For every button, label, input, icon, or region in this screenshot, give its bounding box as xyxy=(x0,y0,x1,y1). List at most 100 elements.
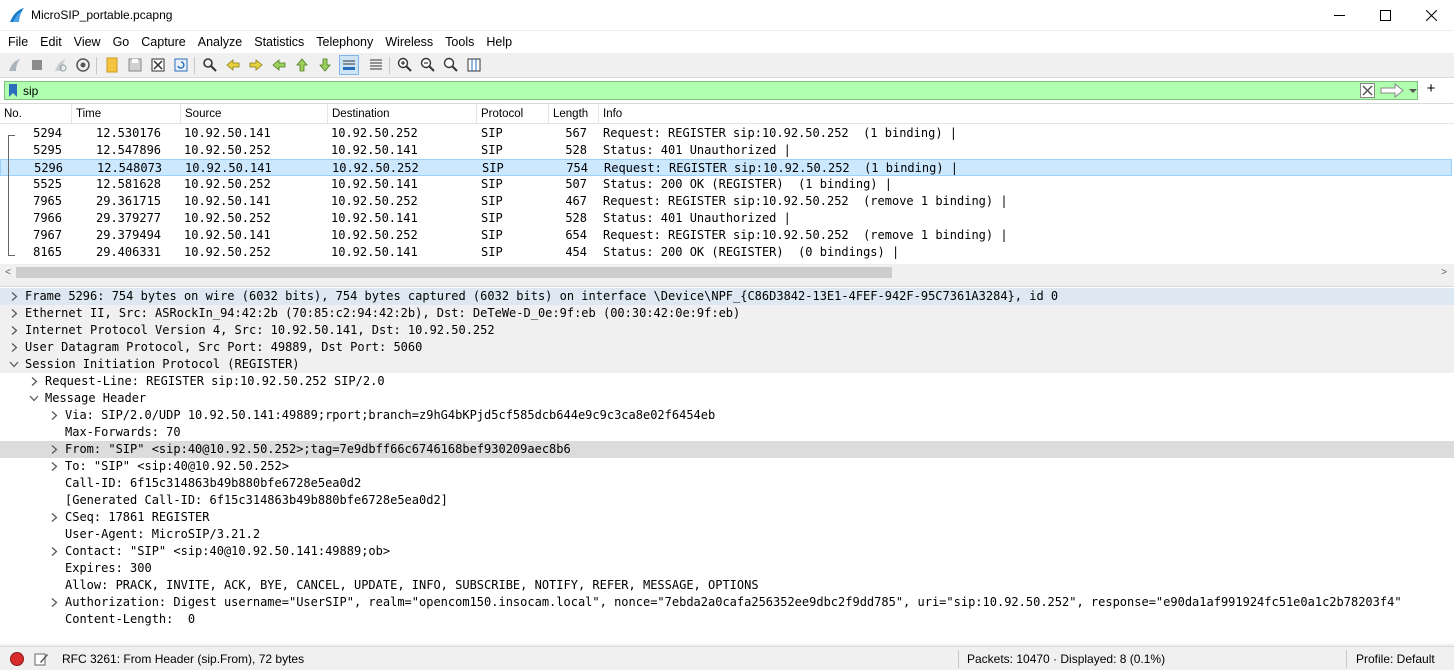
tree-field-item[interactable]: Contact: "SIP" <sip:40@10.92.50.141:4988… xyxy=(0,543,1454,560)
normal-size-icon[interactable] xyxy=(442,56,460,74)
packet-row[interactable]: 5525 12.581628 10.92.50.252 10.92.50.141 SIP… xyxy=(0,176,1452,193)
protocol-tree-item[interactable]: Session Initiation Protocol (REGISTER) xyxy=(0,356,1454,373)
chevron-right-icon[interactable] xyxy=(9,342,19,353)
chevron-right-icon[interactable] xyxy=(49,512,59,523)
packet-row-selected[interactable]: 5296 12.548073 10.92.50.141 10.92.50.252 SIP… xyxy=(0,159,1452,176)
menu-file[interactable]: File xyxy=(2,31,34,53)
maximize-button[interactable] xyxy=(1362,0,1408,31)
chevron-right-icon[interactable] xyxy=(9,325,19,336)
menu-edit[interactable]: Edit xyxy=(34,31,68,53)
tree-field-item[interactable]: Max-Forwards: 70 xyxy=(0,424,1454,441)
column-header-length[interactable]: Length xyxy=(549,104,599,124)
tree-field-item[interactable]: From: "SIP" <sip:40@10.92.50.252>;tag=7e… xyxy=(0,441,1454,458)
packet-row[interactable]: 5295 12.547896 10.92.50.252 10.92.50.141 SIP… xyxy=(0,142,1452,159)
tree-field-item[interactable]: Authorization: Digest username="UserSIP"… xyxy=(0,594,1454,611)
display-filter-bar: + xyxy=(0,79,1454,102)
go-last-icon[interactable] xyxy=(316,56,334,74)
open-file-icon[interactable] xyxy=(103,56,121,74)
go-forward-icon[interactable] xyxy=(247,56,265,74)
zoom-out-icon[interactable] xyxy=(419,56,437,74)
tree-field-item[interactable]: Via: SIP/2.0/UDP 10.92.50.141:49889;rpor… xyxy=(0,407,1454,424)
expert-info-icon[interactable] xyxy=(10,652,24,666)
tree-field-item[interactable]: Message Header xyxy=(0,390,1454,407)
menu-tools[interactable]: Tools xyxy=(439,31,480,53)
protocol-tree-item[interactable]: Frame 5296: 754 bytes on wire (6032 bits… xyxy=(0,288,1454,305)
packet-row[interactable]: 7967 29.379494 10.92.50.141 10.92.50.252 SIP… xyxy=(0,227,1452,244)
column-header-no[interactable]: No. xyxy=(0,104,72,124)
go-to-packet-icon[interactable] xyxy=(270,56,288,74)
go-first-icon[interactable] xyxy=(293,56,311,74)
column-header-info[interactable]: Info xyxy=(599,104,1454,124)
cell-info: Request: REGISTER sip:10.92.50.252 (remo… xyxy=(603,194,1008,208)
menu-analyze[interactable]: Analyze xyxy=(192,31,248,53)
tree-field-item[interactable]: Request-Line: REGISTER sip:10.92.50.252 … xyxy=(0,373,1454,390)
menu-view[interactable]: View xyxy=(68,31,107,53)
cell-length: 528 xyxy=(565,143,587,157)
protocol-tree-item[interactable]: Ethernet II, Src: ASRockIn_94:42:2b (70:… xyxy=(0,305,1454,322)
status-profile[interactable]: Profile: Default xyxy=(1356,647,1435,670)
protocol-tree-item[interactable]: Internet Protocol Version 4, Src: 10.92.… xyxy=(0,322,1454,339)
packet-row[interactable]: 8165 29.406331 10.92.50.252 10.92.50.141 SIP… xyxy=(0,244,1452,261)
bookmark-icon[interactable] xyxy=(7,83,19,98)
scroll-left-icon[interactable]: < xyxy=(2,266,14,279)
add-filter-button[interactable]: + xyxy=(1424,81,1438,97)
tree-field-item[interactable]: Allow: PRACK, INVITE, ACK, BYE, CANCEL, … xyxy=(0,577,1454,594)
zoom-in-icon[interactable] xyxy=(396,56,414,74)
scrollbar-thumb[interactable] xyxy=(16,267,892,278)
column-header-time[interactable]: Time xyxy=(72,104,181,124)
chevron-right-icon[interactable] xyxy=(9,291,19,302)
chevron-right-icon[interactable] xyxy=(49,461,59,472)
tree-field-item[interactable]: User-Agent: MicroSIP/3.21.2 xyxy=(0,526,1454,543)
tree-field-item[interactable]: Expires: 300 xyxy=(0,560,1454,577)
packet-list-horizontal-scrollbar[interactable]: < > xyxy=(0,264,1454,281)
menu-capture[interactable]: Capture xyxy=(135,31,191,53)
tree-field-item[interactable]: To: "SIP" <sip:40@10.92.50.252> xyxy=(0,458,1454,475)
minimize-button[interactable] xyxy=(1316,0,1362,31)
close-file-icon[interactable] xyxy=(149,56,167,74)
protocol-tree-item[interactable]: User Datagram Protocol, Src Port: 49889,… xyxy=(0,339,1454,356)
display-filter-input[interactable] xyxy=(23,83,1353,98)
auto-scroll-icon[interactable] xyxy=(339,55,359,75)
apply-filter-icon[interactable] xyxy=(1379,83,1405,98)
column-header-protocol[interactable]: Protocol xyxy=(477,104,549,124)
chevron-down-icon[interactable] xyxy=(9,359,19,370)
start-capture-icon[interactable] xyxy=(5,56,23,74)
chevron-down-icon[interactable] xyxy=(29,393,39,404)
save-file-icon[interactable] xyxy=(126,56,144,74)
colorize-icon[interactable] xyxy=(367,56,385,74)
filter-history-dropdown-icon[interactable] xyxy=(1408,83,1418,98)
scroll-right-icon[interactable]: > xyxy=(1438,266,1450,279)
chevron-right-icon[interactable] xyxy=(49,597,59,608)
stop-capture-icon[interactable] xyxy=(28,56,46,74)
tree-field-item[interactable]: Content-Length: 0 xyxy=(0,611,1454,628)
menu-go[interactable]: Go xyxy=(107,31,136,53)
column-header-source[interactable]: Source xyxy=(181,104,328,124)
chevron-right-icon[interactable] xyxy=(49,444,59,455)
close-button[interactable] xyxy=(1408,0,1454,31)
menu-statistics[interactable]: Statistics xyxy=(248,31,310,53)
tree-item-text: From: "SIP" <sip:40@10.92.50.252>;tag=7e… xyxy=(65,442,571,456)
chevron-right-icon[interactable] xyxy=(29,376,39,387)
tree-item-text: Internet Protocol Version 4, Src: 10.92.… xyxy=(25,323,495,337)
go-back-icon[interactable] xyxy=(224,56,242,74)
find-packet-icon[interactable] xyxy=(201,56,219,74)
packet-row[interactable]: 7966 29.379277 10.92.50.252 10.92.50.141 SIP… xyxy=(0,210,1452,227)
reload-file-icon[interactable] xyxy=(172,56,190,74)
chevron-right-icon[interactable] xyxy=(9,308,19,319)
clear-filter-icon[interactable] xyxy=(1360,83,1375,98)
menu-wireless[interactable]: Wireless xyxy=(379,31,439,53)
chevron-right-icon[interactable] xyxy=(49,410,59,421)
menu-help[interactable]: Help xyxy=(480,31,518,53)
packet-row[interactable]: 7965 29.361715 10.92.50.141 10.92.50.252 SIP… xyxy=(0,193,1452,210)
edit-comment-icon[interactable] xyxy=(33,651,49,667)
resize-columns-icon[interactable] xyxy=(465,56,483,74)
tree-field-item[interactable]: Call-ID: 6f15c314863b49b880bfe6728e5ea0d… xyxy=(0,475,1454,492)
capture-options-icon[interactable] xyxy=(74,56,92,74)
tree-field-item[interactable]: CSeq: 17861 REGISTER xyxy=(0,509,1454,526)
menu-telephony[interactable]: Telephony xyxy=(310,31,379,53)
column-header-destination[interactable]: Destination xyxy=(328,104,477,124)
packet-row[interactable]: 5294 12.530176 10.92.50.141 10.92.50.252 SIP… xyxy=(0,125,1452,142)
restart-capture-icon[interactable] xyxy=(51,56,69,74)
chevron-right-icon[interactable] xyxy=(49,546,59,557)
tree-field-item[interactable]: [Generated Call-ID: 6f15c314863b49b880bf… xyxy=(0,492,1454,509)
